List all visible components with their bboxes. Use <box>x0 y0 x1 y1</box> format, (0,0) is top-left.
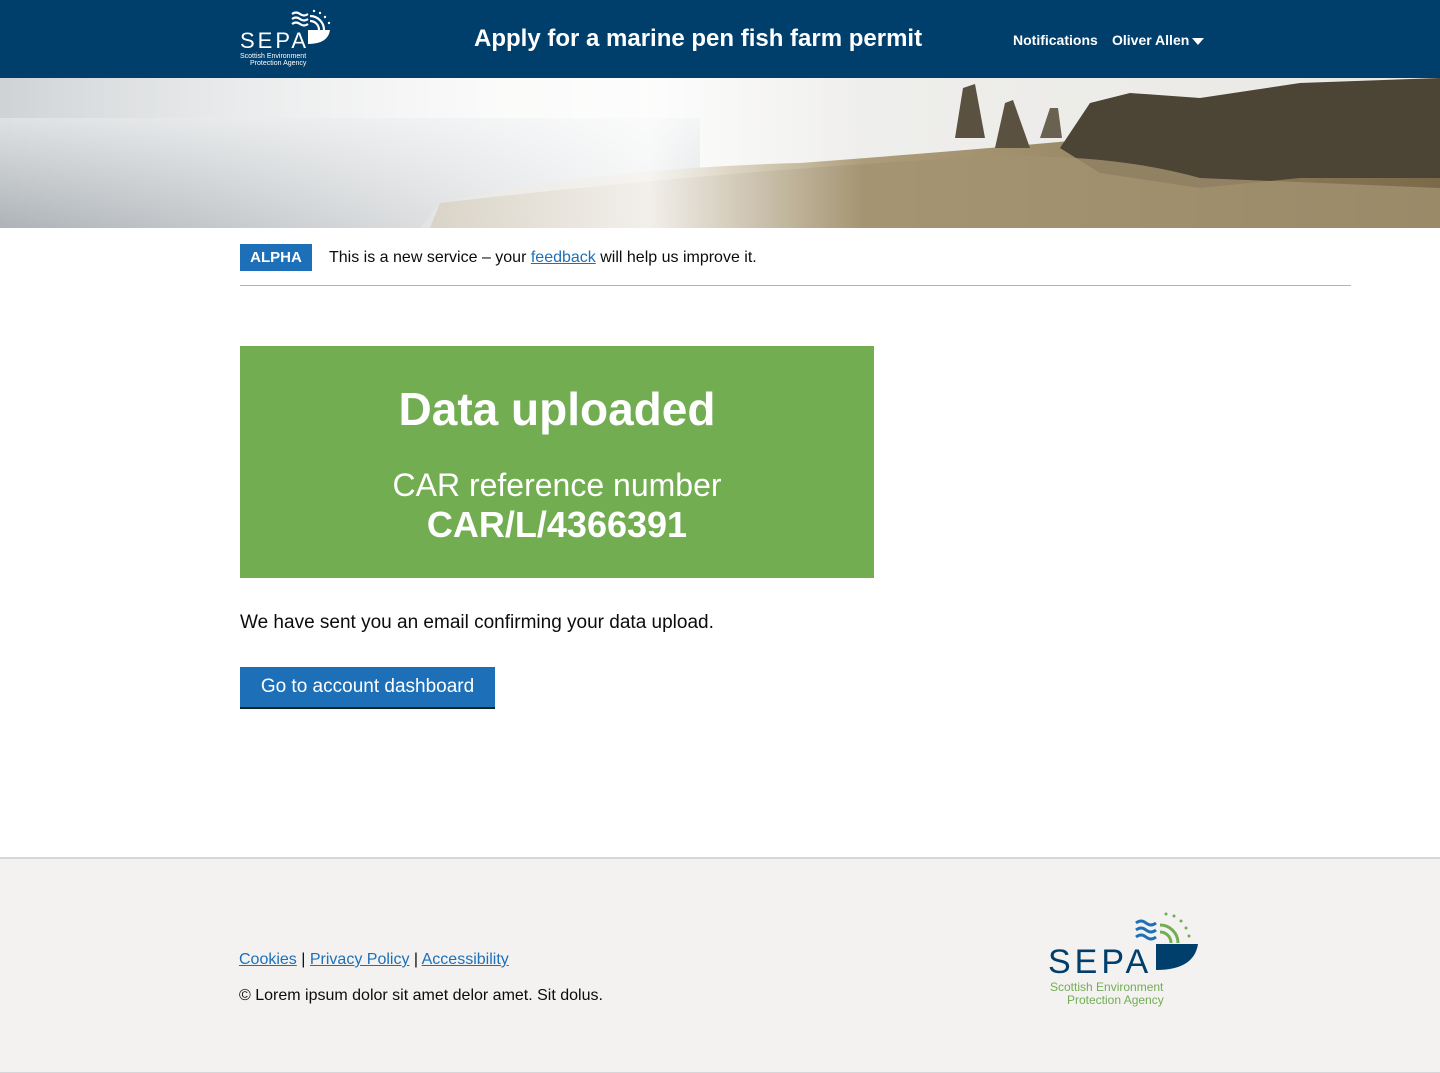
footer-logo-subtitle-2: Protection Agency <box>1067 993 1164 1007</box>
phase-text-after: will help us improve it. <box>595 249 757 266</box>
user-menu[interactable]: Oliver Allen <box>1112 32 1205 48</box>
account-dashboard-button[interactable]: Go to account dashboard <box>240 667 495 707</box>
footer-sepa-logo: SEPA Scottish Environment Protection Age… <box>1046 911 1202 1009</box>
footer-separator: | <box>301 951 306 968</box>
panel-title: Data uploaded <box>398 383 716 435</box>
feedback-link[interactable]: feedback <box>531 249 596 266</box>
footer-logo-subtitle-1: Scottish Environment <box>1050 980 1164 994</box>
cookies-link[interactable]: Cookies <box>239 951 297 968</box>
phase-text-before: This is a new service – your <box>329 249 531 266</box>
phase-banner-text: This is a new service – your feedback wi… <box>329 249 757 267</box>
accessibility-link[interactable]: Accessibility <box>422 951 509 968</box>
divider <box>240 285 1351 286</box>
caret-down-icon <box>1192 37 1205 45</box>
sepa-logo[interactable]: SEPA Scottish Environment Protection Age… <box>240 8 336 68</box>
copyright-text: © Lorem ipsum dolor sit amet delor amet.… <box>239 987 603 1004</box>
sepa-logo-icon: SEPA Scottish Environment Protection Age… <box>1048 912 1198 1007</box>
reference-number: CAR/L/4366391 <box>426 504 688 545</box>
reference-label: CAR reference number <box>392 467 722 503</box>
notifications-link[interactable]: Notifications <box>1013 32 1098 48</box>
logo-subtitle-2: Protection Agency <box>250 60 307 67</box>
confirmation-message: We have sent you an email confirming you… <box>240 612 714 633</box>
footer-links: Cookies | Privacy Policy | Accessibility <box>239 951 509 969</box>
coastal-cliffs-image <box>0 78 1440 228</box>
phase-tag: ALPHA <box>240 244 312 271</box>
site-footer: Cookies | Privacy Policy | Accessibility… <box>0 857 1440 1073</box>
confirmation-panel: Data uploaded CAR reference number CAR/L… <box>240 346 874 578</box>
site-header: SEPA Scottish Environment Protection Age… <box>0 0 1440 78</box>
privacy-policy-link[interactable]: Privacy Policy <box>310 951 410 968</box>
hero-image <box>0 78 1440 228</box>
footer-logo-text: SEPA <box>1048 943 1152 981</box>
service-title: Apply for a marine pen fish farm permit <box>474 25 923 52</box>
footer-separator: | <box>413 951 419 968</box>
sepa-logo-icon: SEPA Scottish Environment Protection Age… <box>240 9 331 67</box>
logo-text: SEPA <box>240 28 309 53</box>
user-name: Oliver Allen <box>1112 32 1190 48</box>
logo-subtitle-1: Scottish Environment <box>240 53 306 60</box>
